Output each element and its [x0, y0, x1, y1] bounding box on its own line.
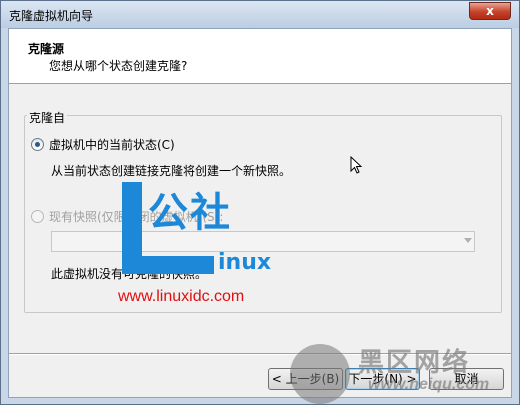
clone-from-group-label: 克隆自	[27, 109, 68, 126]
heiqu-logo-icon	[290, 344, 350, 404]
current-state-radio[interactable]	[31, 138, 44, 151]
current-state-label[interactable]: 虚拟机中的当前状态(C)	[49, 136, 175, 153]
heiqu-cn-text: 黑区网络	[358, 348, 471, 378]
current-state-description: 从当前状态创建链接克隆将创建一个新快照。	[51, 164, 292, 178]
wizard-header: 克隆源 您想从哪个状态创建克隆?	[9, 29, 511, 84]
linuxidc-logo-watermark: 公社 inux	[100, 180, 271, 285]
logo-cn-text: 公社	[148, 190, 232, 236]
heiqu-watermark: 黑区网络 www.heiqu.com	[290, 340, 520, 405]
page-subtitle: 您想从哪个状态创建克隆?	[49, 59, 188, 73]
title-bar[interactable]: 克隆虚拟机向导 x	[1, 1, 519, 28]
heiqu-url-text: www.heiqu.com	[368, 376, 490, 393]
window-title: 克隆虚拟机向导	[9, 9, 94, 23]
snapshot-radio[interactable]	[31, 210, 44, 223]
linuxidc-url-watermark: www.linuxidc.com	[118, 288, 245, 305]
page-title: 克隆源	[28, 42, 65, 56]
mouse-cursor-icon	[350, 156, 362, 174]
chevron-down-icon[interactable]	[464, 238, 472, 243]
logo-inux-text: inux	[218, 250, 272, 275]
logo-l-foot	[122, 256, 214, 274]
close-button[interactable]: x	[469, 2, 511, 20]
current-state-option[interactable]: 虚拟机中的当前状态(C)	[31, 136, 175, 153]
